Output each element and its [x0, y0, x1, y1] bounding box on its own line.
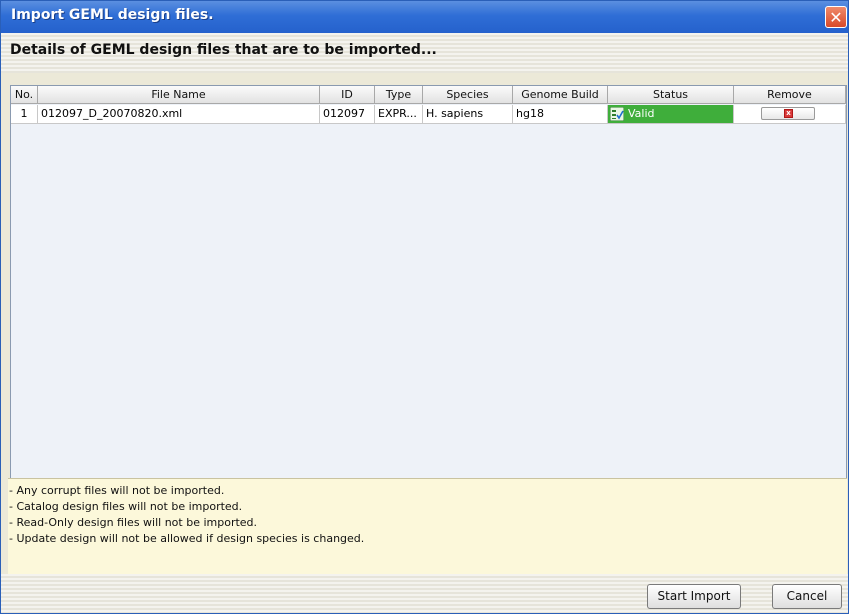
close-icon: ✕: [829, 8, 843, 27]
cell-status[interactable]: Valid: [608, 105, 734, 124]
column-header-remove[interactable]: Remove: [734, 86, 846, 104]
column-header-file-name[interactable]: File Name: [38, 86, 320, 104]
button-bar: Start Import Cancel: [1, 574, 848, 613]
valid-status-icon: [610, 107, 624, 121]
column-header-status[interactable]: Status: [608, 86, 734, 104]
status-label: Valid: [628, 107, 655, 120]
cell-no[interactable]: 1: [11, 105, 38, 124]
column-header-id[interactable]: ID: [320, 86, 375, 104]
note-item: - Read-Only design files will not be imp…: [9, 516, 258, 529]
column-header-no[interactable]: No.: [11, 86, 38, 104]
notes-panel: - Any corrupt files will not be imported…: [8, 478, 847, 574]
import-dialog: Import GEML design files. ✕ Details of G…: [0, 0, 849, 614]
column-header-species[interactable]: Species: [423, 86, 513, 104]
cancel-button[interactable]: Cancel: [772, 584, 842, 609]
cell-genome-build[interactable]: hg18: [513, 105, 608, 124]
close-button[interactable]: ✕: [825, 6, 847, 28]
cell-species[interactable]: H. sapiens: [423, 105, 513, 124]
header-band: Details of GEML design files that are to…: [1, 33, 848, 73]
note-item: - Update design will not be allowed if d…: [9, 532, 365, 545]
cell-id[interactable]: 012097: [320, 105, 375, 124]
remove-row-button[interactable]: x: [761, 107, 815, 120]
start-import-button[interactable]: Start Import: [647, 584, 741, 609]
cell-remove: x: [734, 105, 846, 124]
section-heading: Details of GEML design files that are to…: [10, 42, 437, 58]
title-bar: Import GEML design files. ✕: [1, 1, 848, 33]
window-title: Import GEML design files.: [11, 7, 214, 23]
column-header-type[interactable]: Type: [375, 86, 423, 104]
column-header-genome-build[interactable]: Genome Build: [513, 86, 608, 104]
cell-type[interactable]: EXPR...: [375, 105, 423, 124]
remove-icon: x: [784, 109, 793, 118]
note-item: - Catalog design files will not be impor…: [9, 500, 243, 513]
cell-file-name[interactable]: 012097_D_20070820.xml: [38, 105, 320, 124]
note-item: - Any corrupt files will not be imported…: [9, 484, 225, 497]
design-files-table: No. File Name ID Type Species Genome Bui…: [10, 85, 847, 481]
